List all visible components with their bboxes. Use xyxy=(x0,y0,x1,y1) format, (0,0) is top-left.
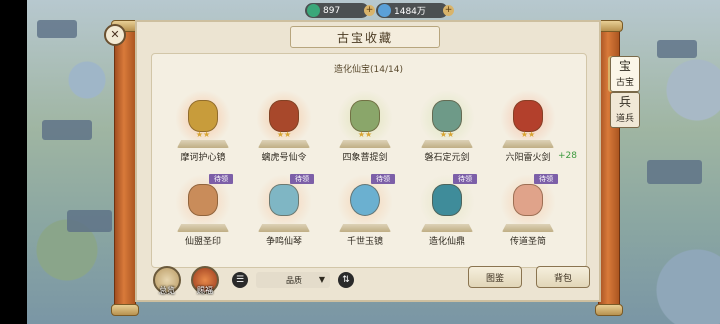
pedestal xyxy=(339,224,391,232)
pedestal xyxy=(177,224,229,232)
item-name: 千世玉镜 xyxy=(346,237,383,247)
item-name: 四象菩提剑 xyxy=(342,153,388,163)
sort-toggle-icon[interactable]: ⇅ xyxy=(338,272,354,288)
gem-icon xyxy=(378,4,391,17)
treasure-icon: 宝 xyxy=(618,59,631,73)
pedestal xyxy=(177,140,229,148)
item-name: 六阳雷火剑 xyxy=(505,153,551,163)
star-rating: ★★ xyxy=(276,130,292,139)
zither-icon xyxy=(269,184,299,216)
item-name: 传道圣简 xyxy=(509,237,546,247)
seal-icon xyxy=(188,184,218,216)
section-title: 造化仙宝(14/14) xyxy=(334,65,403,75)
tab-treasure[interactable]: 宝 古宝 xyxy=(610,56,640,92)
pedestal xyxy=(421,140,473,148)
overview-label: 总览 xyxy=(159,286,175,295)
mirror-icon xyxy=(188,100,218,132)
gem-currency[interactable]: 1484万 + xyxy=(376,3,454,18)
treasure-item[interactable]: 待领 传道圣简 xyxy=(488,172,568,252)
treasure-item[interactable]: 待领 仙盟圣印 xyxy=(163,172,243,252)
chevron-down-icon: ▼ xyxy=(318,275,325,284)
token-icon xyxy=(269,100,299,132)
star-rating: ★★ xyxy=(439,130,455,139)
jade-coin-icon xyxy=(307,4,320,17)
treasure-item[interactable]: 待领 造化仙鼎 xyxy=(407,172,487,252)
tab-weapon[interactable]: 兵 道兵 xyxy=(610,92,640,128)
treasure-item[interactable]: ★★ 螭虎号仙令 xyxy=(244,88,324,168)
star-rating: ★★ xyxy=(357,130,373,139)
dropdown-value: 品质 xyxy=(286,275,302,285)
rod-cap xyxy=(595,304,623,316)
bag-button[interactable]: 背包 xyxy=(536,266,590,288)
jade-mirror-icon xyxy=(350,184,380,216)
page-title: 古宝收藏 xyxy=(290,26,440,48)
rod-cap xyxy=(111,304,139,316)
item-name: 螭虎号仙令 xyxy=(261,153,307,163)
blessing-label: 赐福 xyxy=(197,286,213,295)
item-name: 仙盟圣印 xyxy=(184,237,221,247)
add-gem-button[interactable]: + xyxy=(443,5,454,16)
item-name: 摩诃护心镜 xyxy=(180,153,226,163)
item-name: 造化仙鼎 xyxy=(428,237,465,247)
tab-label: 道兵 xyxy=(615,114,634,124)
claim-badge: 待领 xyxy=(209,174,233,184)
scroll-rod-left xyxy=(114,24,136,314)
list-filter-icon[interactable]: ☰ xyxy=(232,272,248,288)
quality-dropdown[interactable]: 品质 ▼ xyxy=(256,272,330,288)
close-icon[interactable]: ✕ xyxy=(104,24,126,46)
gem-amount: 1484万 xyxy=(394,7,426,17)
weapon-icon: 兵 xyxy=(618,95,631,109)
add-jade-button[interactable]: + xyxy=(364,5,375,16)
treasure-item[interactable]: ★★ 摩诃护心镜 xyxy=(163,88,243,168)
extra-bonus: +28 xyxy=(558,151,577,161)
pedestal xyxy=(258,140,310,148)
pedestal xyxy=(339,140,391,148)
scroll-icon xyxy=(513,184,543,216)
treasure-item[interactable]: ★★ 六阳雷火剑 xyxy=(488,88,568,168)
claim-badge: 待领 xyxy=(371,174,395,184)
pedestal xyxy=(502,140,554,148)
overview-button[interactable]: 总览 xyxy=(153,266,181,295)
claim-badge: 待领 xyxy=(290,174,314,184)
claim-badge: 待领 xyxy=(534,174,558,184)
sword-icon xyxy=(350,100,380,132)
pedestal xyxy=(258,224,310,232)
treasure-item[interactable]: ★★ 四象菩提剑 xyxy=(325,88,405,168)
atlas-button[interactable]: 图鉴 xyxy=(468,266,522,288)
treasure-item[interactable]: 待领 争鸣仙琴 xyxy=(244,172,324,252)
treasure-item[interactable]: 待领 千世玉镜 xyxy=(325,172,405,252)
sword-icon xyxy=(513,100,543,132)
pedestal xyxy=(502,224,554,232)
sword-icon xyxy=(432,100,462,132)
pedestal xyxy=(421,224,473,232)
item-name: 磐石定元剑 xyxy=(424,153,470,163)
treasure-item[interactable]: ★★ 磐石定元剑 xyxy=(407,88,487,168)
jade-amount: 897 xyxy=(323,5,341,16)
jade-currency[interactable]: 897 + xyxy=(305,3,375,18)
star-rating: ★★ xyxy=(520,130,536,139)
cauldron-icon xyxy=(432,184,462,216)
claim-badge: 待领 xyxy=(453,174,477,184)
screen-edge xyxy=(0,0,27,324)
item-name: 争鸣仙琴 xyxy=(265,237,302,247)
blessing-button[interactable]: 赐福 xyxy=(191,266,219,295)
star-rating: ★★ xyxy=(195,130,211,139)
tab-label: 古宝 xyxy=(615,78,634,88)
